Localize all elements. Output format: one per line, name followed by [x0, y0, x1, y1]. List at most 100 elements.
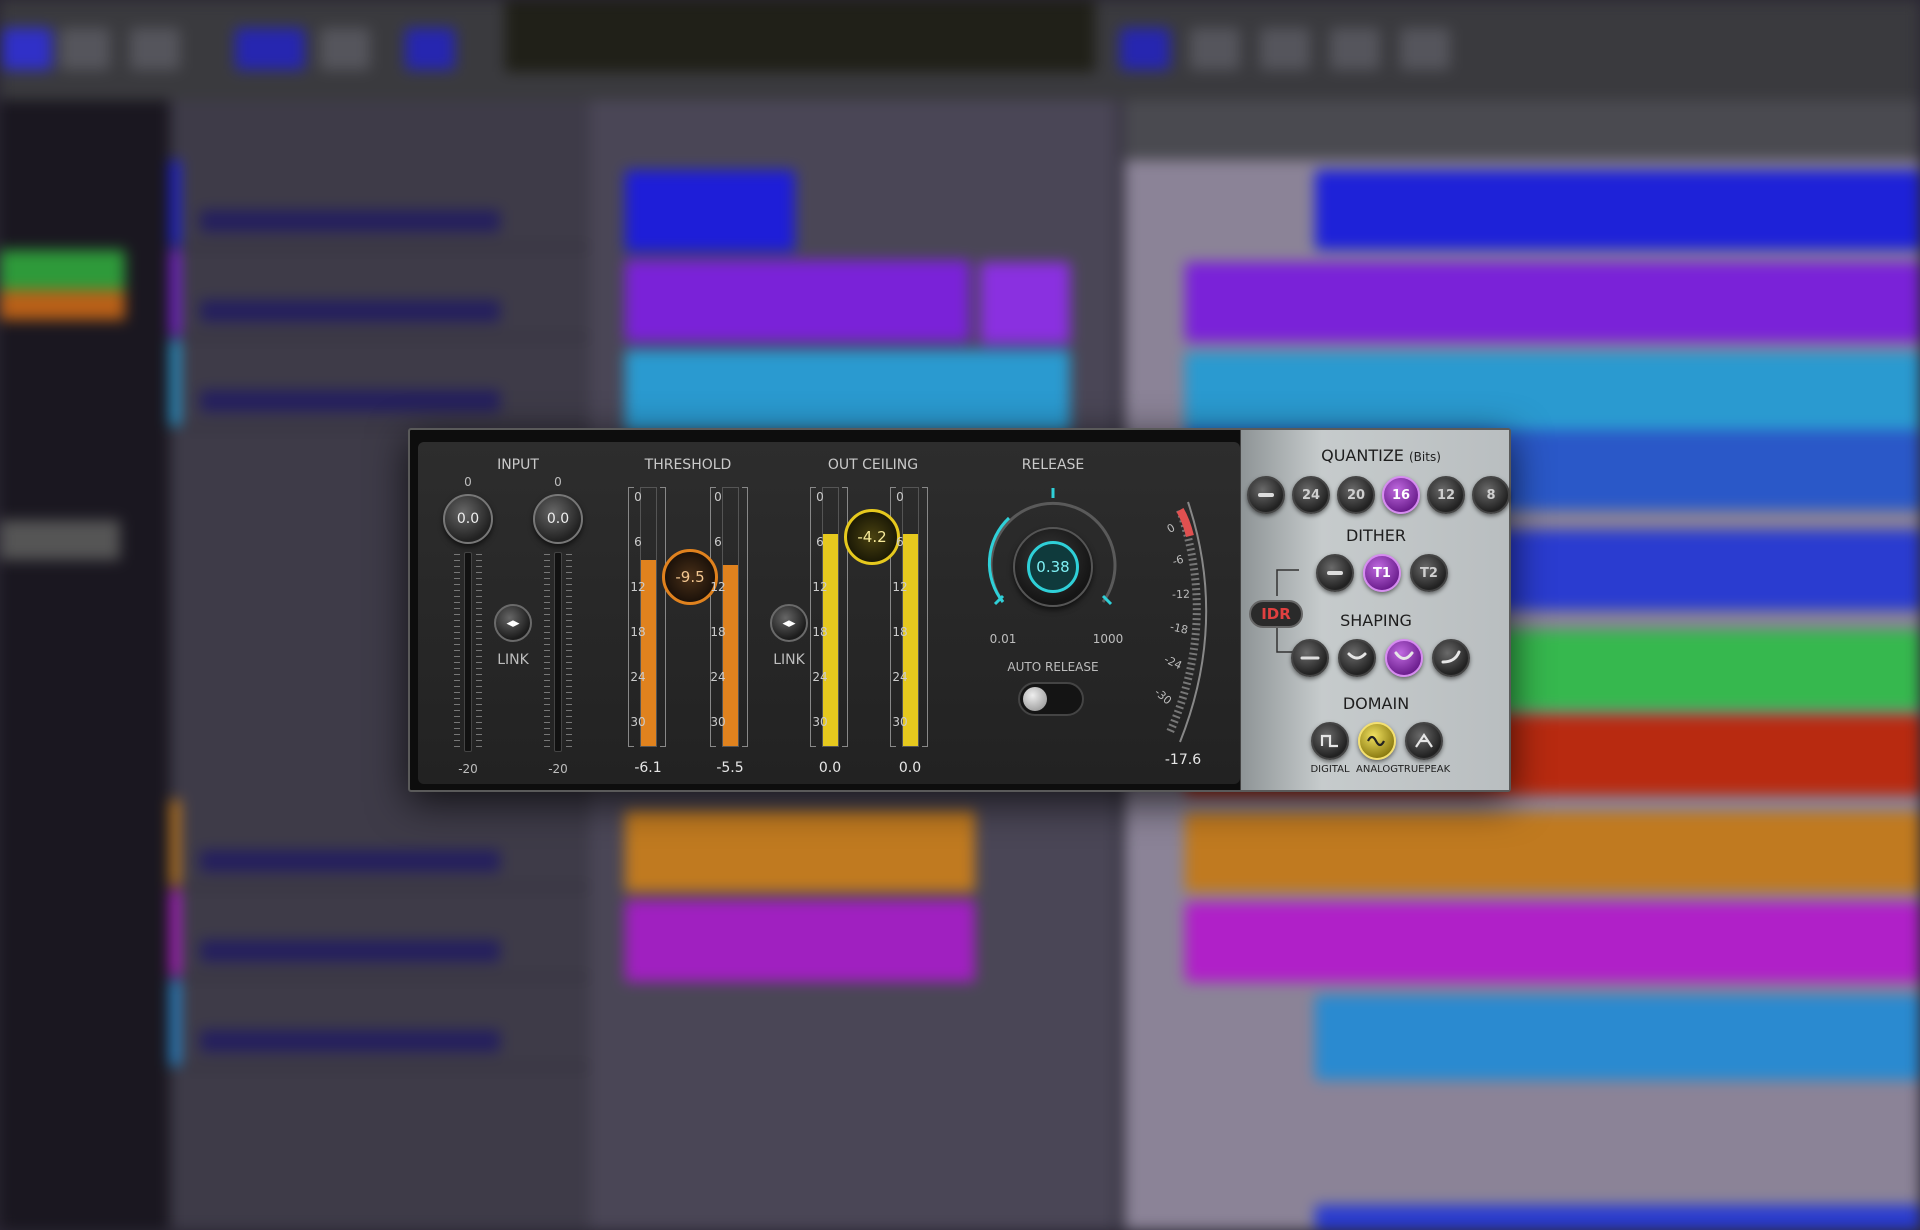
input-left-fader-track[interactable]	[464, 552, 472, 752]
limiter-plugin-window: INPUT 0 0 0.0 0.0 ◂▸ LINK -20 -20 THRESH…	[408, 428, 1511, 792]
out-ceiling-header: OUT CEILING	[827, 457, 919, 473]
quantize-header: QUANTIZE (Bits)	[1306, 446, 1456, 465]
ceiling-right-readout: 0.0	[898, 760, 922, 776]
domain-analog-button[interactable]	[1358, 722, 1396, 760]
screen: INPUT 0 0 0.0 0.0 ◂▸ LINK -20 -20 THRESH…	[0, 0, 1920, 1230]
quantize-8-button[interactable]: 8	[1472, 476, 1510, 514]
auto-release-toggle[interactable]	[1018, 682, 1084, 716]
meter-bracket	[922, 487, 928, 747]
meter-scale-label: 12	[710, 580, 726, 594]
meter-scale-label: 0	[714, 490, 722, 504]
meter-scale-label: 18	[710, 625, 726, 639]
peak-icon	[1415, 733, 1433, 748]
threshold-handle[interactable]: -9.5	[662, 549, 718, 605]
shaping-header: SHAPING	[1340, 611, 1412, 630]
toolbar-button	[130, 28, 180, 70]
threshold-link-label: LINK	[773, 652, 805, 668]
shaping-curve-1-button[interactable]	[1338, 639, 1376, 677]
toolbar-button	[1260, 28, 1310, 70]
shaping-curve-icon	[1394, 651, 1414, 660]
release-value: 0.38	[1027, 541, 1079, 593]
domain-digital-button[interactable]	[1311, 722, 1349, 760]
minus-icon	[1258, 493, 1274, 497]
meter-scale-label: 12	[892, 580, 908, 594]
quantize-24-button[interactable]: 24	[1292, 476, 1330, 514]
threshold-left-meter	[640, 487, 657, 747]
meter-scale-label: 6	[714, 535, 722, 549]
input-right-bottom-label: -20	[548, 762, 568, 776]
gain-reduction-scale-label: -12	[1171, 587, 1191, 602]
fader-ticks	[476, 554, 482, 750]
toolbar-button	[60, 28, 110, 70]
arranger-clip	[1315, 1205, 1920, 1230]
meter-bracket	[810, 487, 816, 747]
release-knob[interactable]: 0.38	[1013, 527, 1093, 607]
domain-truepeak-button[interactable]	[1405, 722, 1443, 760]
input-header: INPUT	[497, 457, 539, 473]
input-link-button[interactable]: ◂▸	[494, 604, 532, 642]
input-left-top-label: 0	[464, 475, 472, 489]
track-row	[170, 250, 590, 338]
clip	[625, 900, 975, 982]
gain-reduction-readout: -17.6	[1164, 752, 1202, 768]
toolbar-button	[1330, 28, 1380, 70]
minus-icon	[1300, 656, 1320, 660]
fader-ticks	[454, 554, 460, 750]
quantize-header-label: QUANTIZE	[1321, 446, 1404, 465]
arranger-clip	[1185, 262, 1920, 342]
auto-release-label: AUTO RELEASE	[1007, 660, 1099, 674]
quantize-12-button[interactable]: 12	[1427, 476, 1465, 514]
meter-scale-label: 24	[892, 670, 908, 684]
meter-scale-label: 0	[896, 490, 904, 504]
fader-ticks	[544, 554, 550, 750]
meter-scale-label: 30	[710, 715, 726, 729]
arranger-clip	[1185, 812, 1920, 892]
track-row	[170, 160, 590, 248]
transport-display	[505, 0, 1095, 72]
shaping-curve-icon	[1441, 650, 1461, 664]
timeline-ruler	[1125, 100, 1920, 160]
arranger-clip	[1315, 995, 1920, 1080]
link-arrows-icon: ◂▸	[782, 615, 796, 631]
input-right-fader-handle[interactable]: 0.0	[533, 494, 583, 544]
toggle-thumb	[1023, 687, 1047, 711]
clip	[625, 810, 975, 892]
toolbar-button	[1120, 28, 1170, 70]
fader-ticks	[566, 554, 572, 750]
idr-button[interactable]: IDR	[1249, 600, 1303, 628]
toolbar-button	[2, 28, 52, 70]
shaping-curve-2-button[interactable]	[1385, 639, 1423, 677]
ceiling-right-meter	[902, 487, 919, 747]
meter-bracket	[742, 487, 748, 747]
quantize-20-button[interactable]: 20	[1337, 476, 1375, 514]
dither-t2-button[interactable]: T2	[1410, 554, 1448, 592]
shaping-none-button[interactable]	[1291, 639, 1329, 677]
arranger-clip	[1185, 902, 1920, 982]
link-arrows-icon: ◂▸	[506, 615, 520, 631]
quantize-16-button[interactable]: 16	[1382, 476, 1420, 514]
arranger-clip	[1315, 170, 1920, 250]
meter-scale-label: 12	[812, 580, 828, 594]
meter-scale-label: 0	[634, 490, 642, 504]
shaping-curve-icon	[1347, 652, 1367, 660]
shaping-curve-3-button[interactable]	[1432, 639, 1470, 677]
input-left-fader-handle[interactable]: 0.0	[443, 494, 493, 544]
track-row	[170, 980, 590, 1068]
meter-scale-label: 6	[896, 535, 904, 549]
quantize-off-button[interactable]	[1247, 476, 1285, 514]
domain-truepeak-label: TRUEPEAK	[1397, 764, 1451, 775]
threshold-header: THRESHOLD	[644, 457, 732, 473]
meter-scale-label: 30	[630, 715, 646, 729]
dither-t1-button[interactable]: T1	[1363, 554, 1401, 592]
dither-header: DITHER	[1345, 526, 1407, 545]
meter-scale-label: 18	[630, 625, 646, 639]
dither-off-button[interactable]	[1316, 554, 1354, 592]
threshold-link-button[interactable]: ◂▸	[770, 604, 808, 642]
meter-bracket	[660, 487, 666, 747]
meter-scale-label: 6	[816, 535, 824, 549]
input-right-fader-track[interactable]	[554, 552, 562, 752]
clip	[625, 170, 795, 252]
toolbar-button	[320, 28, 370, 70]
meter-scale-label: 0	[816, 490, 824, 504]
clip	[625, 260, 970, 342]
